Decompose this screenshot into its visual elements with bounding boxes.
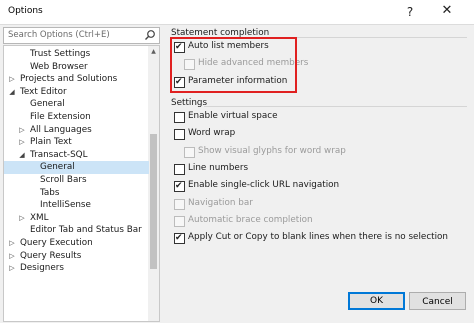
- settings-title: Settings: [171, 98, 208, 108]
- option-label: Automatic brace completion: [188, 214, 313, 225]
- tree-item-label: Query Execution: [20, 238, 93, 248]
- tree-item[interactable]: ▷ XML: [4, 212, 149, 225]
- tree-item-label: File Extension: [30, 112, 91, 122]
- tree-item-label: Projects and Solutions: [20, 74, 118, 85]
- option-checkbox[interactable]: Enable virtual space: [174, 111, 464, 124]
- collapse-arrow-icon[interactable]: ◢: [18, 149, 26, 162]
- tree-item[interactable]: Web Browser: [4, 61, 149, 74]
- tree-item-label: XML: [30, 212, 49, 223]
- option-label: Enable virtual space: [188, 111, 278, 121]
- search-icon: [145, 30, 155, 40]
- option-checkbox: Show visual glyphs for word wrap: [184, 145, 474, 159]
- unchecked-box-icon: [174, 215, 185, 227]
- expand-arrow-icon[interactable]: ▷: [18, 212, 26, 225]
- scroll-up-icon[interactable]: ▲: [148, 46, 159, 57]
- tree-item[interactable]: ▷ Query Results: [4, 250, 149, 263]
- tree-item-label: General: [40, 162, 75, 173]
- option-label: Word wrap: [188, 128, 236, 139]
- expand-arrow-icon[interactable]: ▷: [18, 136, 26, 149]
- window-title: Options: [8, 6, 43, 16]
- title-bar: Options ? ✕: [0, 0, 474, 24]
- tree-item[interactable]: Tabs: [4, 187, 149, 200]
- option-checkbox[interactable]: ✔ Apply Cut or Copy to blank lines when t…: [174, 232, 464, 245]
- options-tree[interactable]: ▲ Trust Settings Web Browser ▷ Projects and…: [3, 45, 160, 322]
- tree-item[interactable]: Editor Tab and Status Bar: [4, 224, 149, 237]
- cancel-button[interactable]: Cancel: [409, 292, 466, 310]
- tree-item-label: IntelliSense: [40, 200, 91, 211]
- option-label: Show visual glyphs for word wrap: [198, 145, 346, 156]
- unchecked-box-icon[interactable]: [174, 129, 185, 141]
- tree-item[interactable]: ▷ All Languages: [4, 124, 149, 137]
- option-checkbox: Automatic brace completion: [174, 214, 464, 228]
- tree-item-label: Text Editor: [20, 86, 67, 97]
- tree-scrollbar[interactable]: ▲: [148, 46, 159, 321]
- option-checkbox[interactable]: Word wrap: [174, 128, 464, 141]
- highlight-box: [170, 37, 297, 93]
- group-divider: [204, 106, 467, 107]
- tree-item-label: Plain Text: [30, 137, 72, 148]
- tree-item-label: Scroll Bars: [40, 175, 87, 185]
- expand-arrow-icon[interactable]: ▷: [8, 73, 16, 86]
- tree-item[interactable]: ▷ Designers: [4, 262, 149, 275]
- expand-arrow-icon[interactable]: ▷: [18, 124, 26, 137]
- tree-item-label: Tabs: [40, 187, 60, 198]
- search-placeholder: Search Options (Ctrl+E): [8, 30, 110, 40]
- ok-button[interactable]: OK: [348, 292, 405, 310]
- tree-item[interactable]: ▷ Plain Text: [4, 136, 149, 149]
- option-label: Enable single-click URL navigation: [188, 180, 340, 191]
- tree-item-label: Query Results: [20, 250, 82, 261]
- collapse-arrow-icon[interactable]: ◢: [8, 86, 16, 99]
- tree-item[interactable]: Trust Settings: [4, 48, 149, 61]
- expand-arrow-icon[interactable]: ▷: [8, 250, 16, 263]
- tree-item[interactable]: IntelliSense: [4, 199, 149, 212]
- checkmark-icon: ✔: [175, 233, 183, 244]
- tree-item[interactable]: ▷ Projects and Solutions: [4, 73, 149, 86]
- help-button[interactable]: ?: [400, 2, 420, 22]
- tree-item[interactable]: Scroll Bars: [4, 174, 149, 187]
- tree-item[interactable]: ▷ Query Execution: [4, 237, 149, 250]
- tree-item[interactable]: File Extension: [4, 111, 149, 124]
- tree-item-label: Editor Tab and Status Bar: [30, 225, 142, 236]
- unchecked-box-icon[interactable]: [174, 112, 185, 123]
- option-checkbox: Navigation bar: [174, 197, 464, 211]
- unchecked-box-icon: [184, 146, 195, 158]
- checked-box-icon[interactable]: ✔: [174, 181, 185, 193]
- tree-item-label: Web Browser: [30, 61, 88, 72]
- close-button[interactable]: ✕: [425, 0, 469, 22]
- option-label: Navigation bar: [188, 197, 253, 208]
- tree-item[interactable]: ◢ Text Editor: [4, 86, 149, 99]
- option-label: Line numbers: [188, 162, 249, 173]
- expand-arrow-icon[interactable]: ▷: [8, 262, 16, 275]
- unchecked-box-icon: [174, 198, 185, 210]
- tree-item-label: Transact-SQL: [30, 149, 88, 160]
- tree-item-label: General: [30, 99, 65, 110]
- tree-item[interactable]: General: [4, 98, 149, 111]
- checked-box-icon[interactable]: ✔: [174, 233, 185, 245]
- unchecked-box-icon[interactable]: [174, 163, 185, 175]
- option-checkbox[interactable]: Line numbers: [174, 162, 464, 176]
- checkmark-icon: ✔: [175, 181, 183, 192]
- expand-arrow-icon[interactable]: ▷: [8, 237, 16, 250]
- tree-item-label: Designers: [20, 263, 64, 274]
- tree-item[interactable]: General: [4, 161, 149, 174]
- tree-item-label: All Languages: [30, 124, 92, 135]
- option-label: Apply Cut or Copy to blank lines when th…: [188, 232, 449, 243]
- option-checkbox[interactable]: ✔ Enable single-click URL navigation: [174, 180, 464, 193]
- search-input[interactable]: Search Options (Ctrl+E): [3, 27, 160, 44]
- tree-item[interactable]: ◢ Transact-SQL: [4, 149, 149, 162]
- scrollbar-thumb[interactable]: [150, 134, 157, 269]
- tree-item-label: Trust Settings: [30, 49, 91, 59]
